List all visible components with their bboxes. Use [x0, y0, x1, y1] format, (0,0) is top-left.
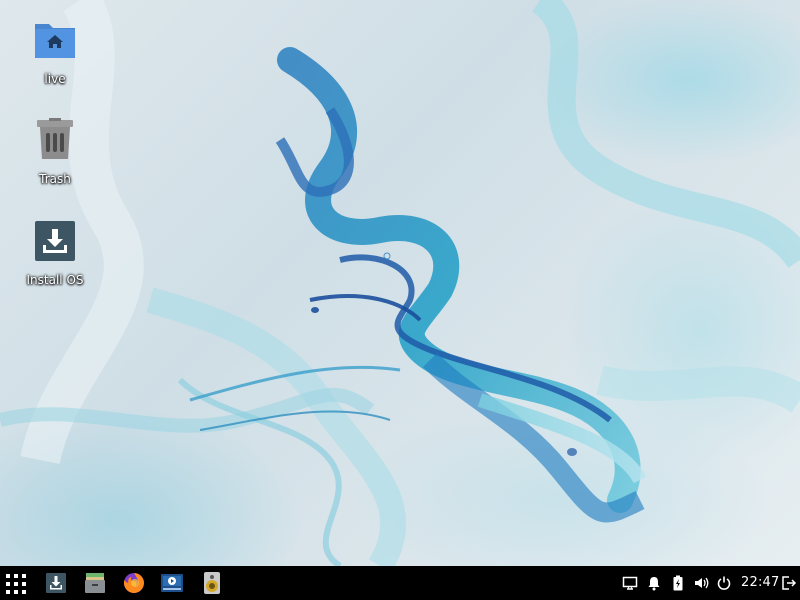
wallpaper-art — [0, 0, 800, 566]
file-manager-icon[interactable] — [83, 571, 107, 595]
speaker-app-icon[interactable] — [200, 571, 224, 595]
desktop-wallpaper — [0, 0, 800, 566]
display-icon[interactable] — [622, 575, 638, 591]
desktop-icon-trash[interactable]: Trash — [5, 118, 105, 186]
media-player-icon[interactable] — [160, 571, 184, 595]
battery-charging-icon[interactable] — [670, 575, 686, 591]
home-folder-icon — [33, 18, 77, 62]
install-os-icon — [33, 219, 77, 263]
trash-icon — [33, 118, 77, 162]
installer-download-icon[interactable] — [44, 571, 68, 595]
desktop-icon-install-os[interactable]: Install OS — [5, 219, 105, 287]
desktop-icon-label: live — [44, 72, 66, 86]
taskbar: 22:47 — [0, 566, 800, 600]
desktop-icon-live[interactable]: live — [5, 18, 105, 86]
app-grid-icon[interactable] — [6, 574, 26, 594]
desktop-icon-label: Install OS — [26, 273, 84, 287]
power-icon[interactable] — [716, 575, 732, 591]
firefox-icon[interactable] — [122, 571, 146, 595]
logout-icon[interactable] — [781, 575, 797, 591]
desktop-icon-label: Trash — [39, 172, 71, 186]
clock[interactable]: 22:47 — [741, 575, 779, 590]
volume-icon[interactable] — [694, 575, 710, 591]
notification-bell-icon[interactable] — [646, 575, 662, 591]
